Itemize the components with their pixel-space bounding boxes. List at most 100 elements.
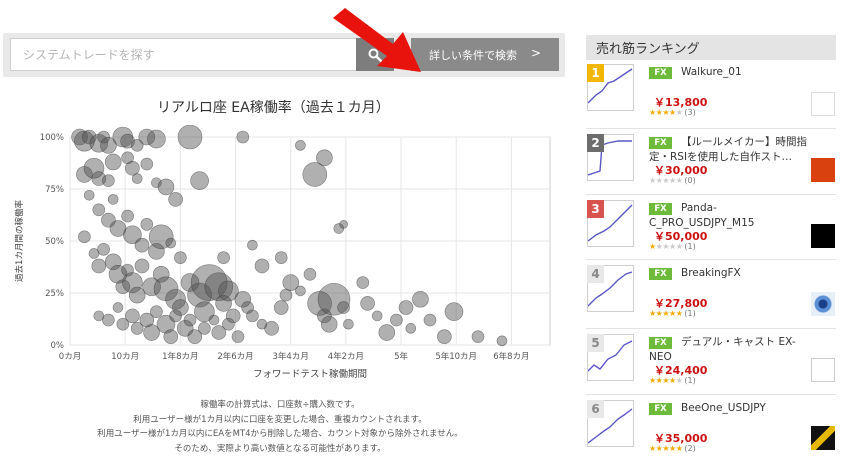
data-point: [125, 160, 140, 176]
bee-logo[interactable]: [811, 426, 835, 450]
data-point: [236, 130, 250, 144]
data-point: [360, 296, 375, 311]
data-point: [198, 322, 211, 335]
data-point: [102, 174, 115, 187]
data-point: [343, 318, 354, 330]
data-point: [378, 324, 396, 341]
data-point: [437, 329, 452, 344]
ranking-item[interactable]: 5 FX デュアル・キャスト EX-NEO ￥24,400 ★★★★★ (1): [586, 334, 836, 396]
x-tick-label: 4年2カ月: [328, 351, 364, 362]
chart-note: 利用ユーザー様が1カ月以内にEAをMT4から削除した場合、カウント対象から除外さ…: [97, 429, 463, 439]
scatter-chart: 0% 25% 50% 75% 100% 0カ月 10カ月 1年8カ月 2年6カ月 3年4カ月 4年2…: [14, 125, 551, 380]
data-point: [134, 258, 150, 274]
rank-badge: 4: [587, 265, 604, 283]
detailed-search-button[interactable]: 詳しい条件で検索 >: [411, 38, 559, 71]
chart-notes: 稼働率の計算式は、口座数÷購入数です。 利用ユーザー様が1カ月以内に口座を変更し…: [0, 398, 560, 456]
data-point: [121, 209, 134, 223]
data-point: [150, 305, 163, 319]
search-input[interactable]: [10, 38, 356, 71]
data-point: [444, 302, 464, 322]
data-point: [78, 230, 91, 244]
data-point: [423, 313, 437, 327]
data-point: [134, 237, 150, 253]
data-point: [83, 189, 95, 201]
star-filled-icons: ★★★★★: [649, 309, 683, 318]
data-point: [273, 300, 289, 315]
data-point: [246, 309, 259, 323]
x-tick-label: 5年: [394, 351, 408, 362]
rank-badge: 5: [587, 334, 604, 352]
product-name-link[interactable]: 【ルールメイカー】時間指定・RSIを使用した自作スト…: [649, 135, 809, 165]
review-count: (0): [684, 176, 696, 185]
rating-stars: ★★★★★ (1): [649, 376, 696, 385]
data-point: [337, 301, 350, 314]
rank-badge: 1: [587, 64, 604, 82]
ranking-item[interactable]: 3 FX Panda-C_PRO_USDJPY_M15 ￥50,000 ★★★★★ (1): [586, 200, 836, 262]
ranking-divider: [586, 259, 836, 260]
x-tick-label: 0カ月: [59, 352, 81, 362]
data-point: [339, 220, 348, 229]
star-filled-icons: ★★★★: [649, 376, 676, 385]
search-button[interactable]: [356, 38, 394, 71]
data-point: [208, 314, 220, 326]
y-tick-label: 100%: [40, 133, 64, 143]
ranking-item[interactable]: 6 FX BeeOne_USDJPY ￥35,000 ★★★★★ (2): [586, 400, 836, 462]
ranking-item[interactable]: 1 FX Walkure_01 ￥13,800 ★★★★★ (3): [586, 64, 836, 126]
y-tick-label: 25%: [45, 289, 64, 299]
ranking-divider: [586, 128, 836, 129]
data-point: [140, 218, 154, 231]
data-point: [190, 171, 209, 190]
data-point: [412, 290, 429, 308]
star-empty-icons: ★: [675, 108, 683, 117]
data-point: [274, 251, 288, 264]
y-tick-label: 50%: [45, 237, 64, 247]
rank-badge: 6: [587, 400, 604, 418]
search-icon: [368, 48, 382, 62]
rating-stars: ★★★★★ (1): [649, 309, 696, 318]
panda-logo[interactable]: [811, 224, 835, 248]
rating-stars: ★★★★★ (3): [649, 108, 696, 117]
data-point: [112, 302, 124, 313]
chevron-right-icon: >: [530, 46, 541, 60]
chart-title: リアルロ座 EA稼働率（過去１カ月）: [157, 100, 390, 116]
rating-stars: ★★★★★ (0): [649, 176, 696, 185]
product-name-link[interactable]: Panda-C_PRO_USDJPY_M15: [649, 201, 809, 231]
data-point: [264, 321, 279, 336]
data-point: [174, 251, 187, 264]
data-point: [471, 330, 485, 343]
chart-note: 利用ユーザー様が1カ月以内に口座を変更した場合、重複カウントされます。: [133, 414, 427, 425]
data-point: [125, 308, 140, 324]
y-tick-label: 75%: [45, 185, 64, 195]
ranking-item[interactable]: 4 FX BreakingFX ￥27,800 ★★★★★ (1): [586, 265, 836, 327]
product-name-link[interactable]: デュアル・キャスト EX-NEO: [649, 335, 809, 365]
data-point: [107, 194, 119, 205]
ranking-item[interactable]: 2 FX 【ルールメイカー】時間指定・RSIを使用した自作スト… ￥30,000 ★★★…: [586, 134, 836, 196]
search-bar: 詳しい条件で検索 >: [3, 33, 565, 77]
dualcast-logo[interactable]: [811, 358, 835, 382]
data-point: [163, 329, 179, 344]
data-point: [320, 315, 338, 333]
data-point: [405, 323, 417, 334]
data-point: [168, 192, 183, 207]
ranking-divider: [586, 328, 836, 329]
data-point: [217, 251, 230, 264]
star-filled-icons: ★: [649, 242, 656, 251]
data-point: [97, 243, 110, 256]
x-tick-label: 10カ月: [111, 352, 139, 362]
rulemaker-logo[interactable]: [811, 158, 835, 182]
rating-stars: ★★★★★ (2): [649, 444, 696, 453]
product-name-link[interactable]: BeeOne_USDJPY: [649, 401, 809, 416]
data-point: [140, 157, 154, 171]
data-point: [295, 140, 306, 151]
ranking-divider: [586, 194, 836, 195]
data-point: [303, 267, 317, 281]
data-point: [157, 178, 175, 196]
eye-logo[interactable]: [811, 292, 835, 316]
data-point: [316, 149, 333, 167]
product-name-link[interactable]: Walkure_01: [649, 65, 809, 80]
data-point: [356, 276, 370, 289]
walkure-logo[interactable]: [811, 92, 835, 116]
review-count: (1): [684, 376, 696, 385]
product-name-link[interactable]: BreakingFX: [649, 266, 809, 281]
x-tick-label: 2年6カ月: [217, 351, 253, 362]
